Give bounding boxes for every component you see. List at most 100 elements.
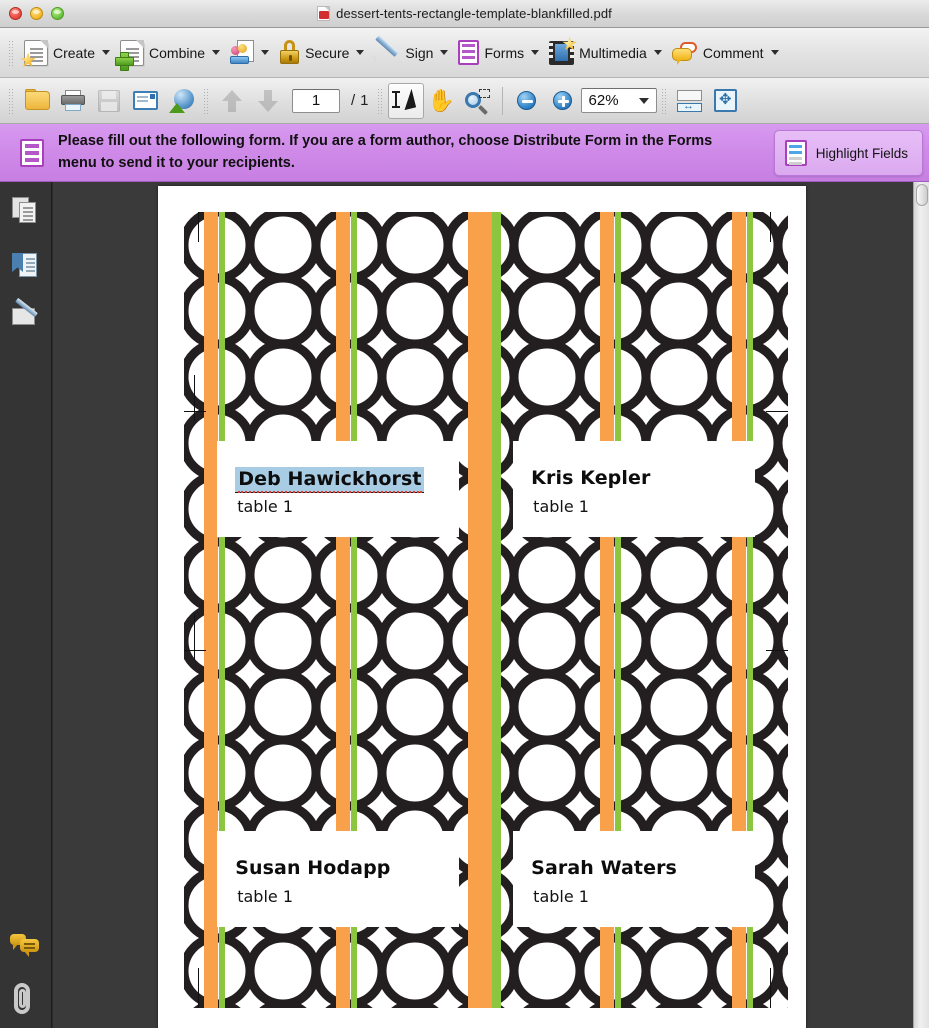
chevron-down-icon[interactable] <box>356 50 365 55</box>
crop-mark <box>766 411 788 412</box>
crop-mark <box>770 212 771 242</box>
folder-open-icon <box>24 88 50 111</box>
scrollbar-thumb[interactable] <box>916 184 928 206</box>
crop-mark <box>184 411 206 412</box>
dessert-tent-sheet: Deb Hawickhorst table 1 Kris Kepler table 1… <box>184 212 788 1008</box>
zoom-out-button[interactable] <box>509 83 545 119</box>
upload-button[interactable] <box>163 83 199 119</box>
card-label-panel <box>513 830 755 927</box>
toolbar-grip[interactable] <box>660 87 668 114</box>
combine-label: Combine <box>149 44 206 61</box>
printer-icon <box>61 90 85 111</box>
crop-mark <box>770 968 771 1008</box>
secure-label: Secure <box>305 44 350 61</box>
window-titlebar: dessert-tents-rectangle-template-blankfi… <box>0 0 929 28</box>
email-icon <box>132 91 158 110</box>
crop-mark <box>198 968 199 1008</box>
document-viewer[interactable]: Deb Hawickhorst table 1 Kris Kepler table 1… <box>53 182 929 1028</box>
crop-mark <box>194 375 195 422</box>
sidebar-item-signatures[interactable] <box>10 297 42 334</box>
table-number-field[interactable]: table 1 <box>533 497 589 516</box>
pen-icon <box>370 34 400 65</box>
chevron-down-icon[interactable] <box>261 50 270 55</box>
chevron-down-icon[interactable] <box>212 50 221 55</box>
secure-button[interactable]: Secure <box>274 34 369 72</box>
pdf-file-icon <box>317 6 331 21</box>
marquee-zoom-button[interactable] <box>460 83 496 119</box>
chevron-down-icon[interactable] <box>531 50 540 55</box>
main-toolbar: Create Combine Secure Sign Forms Multime… <box>0 28 929 78</box>
crop-mark <box>198 212 199 242</box>
marquee-zoom-icon <box>465 89 491 115</box>
sidebar-item-page-thumbnails[interactable] <box>10 196 42 228</box>
collaborate-icon <box>230 40 255 65</box>
navigation-toolbar: 1 / 1 ✋ 62% <box>0 78 929 124</box>
combine-documents-icon <box>115 39 145 71</box>
zoom-level-combobox[interactable]: 62% <box>580 88 657 113</box>
chevron-down-icon[interactable] <box>653 50 662 55</box>
combine-button[interactable]: Combine <box>115 34 225 72</box>
toolbar-grip[interactable] <box>8 87 15 114</box>
table-number-field[interactable]: table 1 <box>237 887 293 906</box>
chevron-down-icon[interactable] <box>770 50 779 55</box>
lock-icon <box>279 40 300 65</box>
comment-button[interactable]: Comment <box>667 34 784 72</box>
hand-pan-icon: ✋ <box>427 87 456 113</box>
application-window: dessert-tents-rectangle-template-blankfi… <box>0 0 929 1028</box>
toolbar-grip[interactable] <box>376 87 384 114</box>
upload-globe-icon <box>168 88 194 113</box>
crop-mark <box>184 649 206 651</box>
previous-page-button[interactable] <box>214 83 250 119</box>
print-button[interactable] <box>55 83 91 119</box>
page-number-input[interactable]: 1 <box>292 88 340 113</box>
sign-button[interactable]: Sign <box>369 34 453 72</box>
create-button[interactable]: Create <box>19 34 115 72</box>
forms-button[interactable]: Forms <box>453 34 544 72</box>
table-number-field[interactable]: table 1 <box>533 887 589 906</box>
chevron-down-icon[interactable] <box>440 50 449 55</box>
pdf-page[interactable]: Deb Hawickhorst table 1 Kris Kepler table 1… <box>158 186 806 1028</box>
guest-name-field[interactable]: Kris Kepler <box>531 467 650 489</box>
toolbar-grip[interactable] <box>8 39 15 66</box>
fit-page-button[interactable] <box>708 83 744 119</box>
comment-label: Comment <box>702 44 764 61</box>
hand-tool-button[interactable]: ✋ <box>424 83 460 119</box>
crop-mark <box>766 649 788 651</box>
sidebar-item-attachments[interactable] <box>10 982 36 1016</box>
table-number-field[interactable]: table 1 <box>237 497 293 516</box>
navigation-sidebar <box>0 182 52 1028</box>
comment-bubble-icon <box>671 41 698 65</box>
select-tool-button[interactable] <box>387 82 424 119</box>
next-page-button[interactable] <box>250 83 286 119</box>
guest-name-field[interactable]: Sarah Waters <box>531 857 677 879</box>
sidebar-item-bookmarks[interactable] <box>10 250 42 282</box>
guest-name-text: Deb Hawickhorst <box>238 467 422 493</box>
forms-icon <box>458 40 480 65</box>
guest-name-field-selected[interactable]: Deb Hawickhorst <box>235 466 424 493</box>
card-label-panel <box>513 440 755 537</box>
vertical-scrollbar[interactable] <box>913 182 929 1028</box>
multimedia-button[interactable]: Multimedia <box>544 34 667 72</box>
email-button[interactable] <box>127 83 163 119</box>
collaborate-button[interactable] <box>225 34 274 72</box>
create-label: Create <box>53 44 96 61</box>
save-button[interactable] <box>91 83 127 119</box>
toolbar-divider <box>501 86 503 115</box>
open-file-button[interactable] <box>19 83 55 119</box>
guest-name-field[interactable]: Susan Hodapp <box>235 857 390 879</box>
zoom-level-value: 62% <box>588 92 619 109</box>
select-text-icon <box>391 88 419 112</box>
arrow-up-icon <box>222 89 242 112</box>
forms-label: Forms <box>484 44 525 61</box>
sidebar-item-comments[interactable] <box>10 930 42 962</box>
fit-width-button[interactable] <box>672 83 708 119</box>
window-title-text: dessert-tents-rectangle-template-blankfi… <box>336 6 612 21</box>
forms-notice-icon <box>20 138 44 167</box>
highlight-fields-icon <box>784 140 807 166</box>
chevron-down-icon[interactable] <box>102 50 111 55</box>
chevron-down-icon[interactable] <box>638 97 649 104</box>
toolbar-grip[interactable] <box>203 87 210 114</box>
highlight-fields-button[interactable]: Highlight Fields <box>773 130 923 176</box>
zoom-in-button[interactable] <box>545 83 581 119</box>
highlight-fields-label: Highlight Fields <box>815 145 908 161</box>
